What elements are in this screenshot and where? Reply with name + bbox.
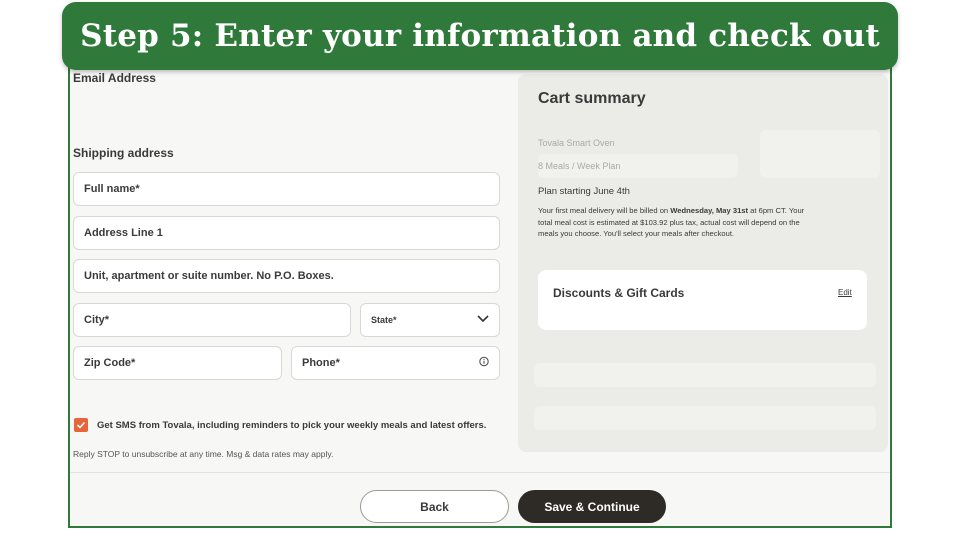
chevron-down-icon xyxy=(477,314,489,326)
save-continue-button[interactable]: Save & Continue xyxy=(518,490,666,523)
cart-item-plan: 8 Meals / Week Plan xyxy=(538,161,621,171)
discounts-title: Discounts & Gift Cards xyxy=(553,286,685,300)
discounts-card xyxy=(538,270,867,330)
cart-placeholder-row xyxy=(534,363,876,387)
state-select-value: State* xyxy=(371,315,397,325)
banner-title: Step 5: Enter your information and check… xyxy=(80,18,880,54)
city-input[interactable] xyxy=(84,314,350,326)
sms-consent-label: Get SMS from Tovala, including reminders… xyxy=(97,420,487,431)
footer-divider xyxy=(70,472,890,473)
shipping-address-heading: Shipping address xyxy=(73,146,174,160)
full-name-field[interactable] xyxy=(73,172,500,206)
sms-disclaimer: Reply STOP to unsubscribe at any time. M… xyxy=(73,449,334,459)
phone-field[interactable] xyxy=(291,346,500,380)
info-icon[interactable] xyxy=(479,356,489,370)
cart-summary-title: Cart summary xyxy=(538,90,646,107)
city-field[interactable] xyxy=(73,303,351,337)
full-name-input[interactable] xyxy=(84,183,499,195)
unit-field[interactable] xyxy=(73,259,500,293)
back-button[interactable]: Back xyxy=(360,490,509,523)
address-line1-field[interactable] xyxy=(73,216,500,250)
phone-input[interactable] xyxy=(302,357,499,369)
address-line1-input[interactable] xyxy=(84,227,499,239)
plan-start-text: Plan starting June 4th xyxy=(538,186,630,197)
state-select[interactable]: State* xyxy=(360,303,500,337)
cart-item-oven: Tovala Smart Oven xyxy=(538,138,615,148)
step-banner: Step 5: Enter your information and check… xyxy=(62,2,898,70)
plan-billing-description: Your first meal delivery will be billed … xyxy=(538,206,805,238)
sms-checkbox[interactable] xyxy=(74,418,88,432)
unit-input[interactable] xyxy=(84,270,499,282)
discounts-edit-link[interactable]: Edit xyxy=(838,288,852,297)
email-label: Email Address xyxy=(73,71,156,85)
zip-code-input[interactable] xyxy=(84,357,281,369)
cart-image-placeholder xyxy=(760,130,880,178)
cart-placeholder-row xyxy=(534,406,876,430)
zip-code-field[interactable] xyxy=(73,346,282,380)
